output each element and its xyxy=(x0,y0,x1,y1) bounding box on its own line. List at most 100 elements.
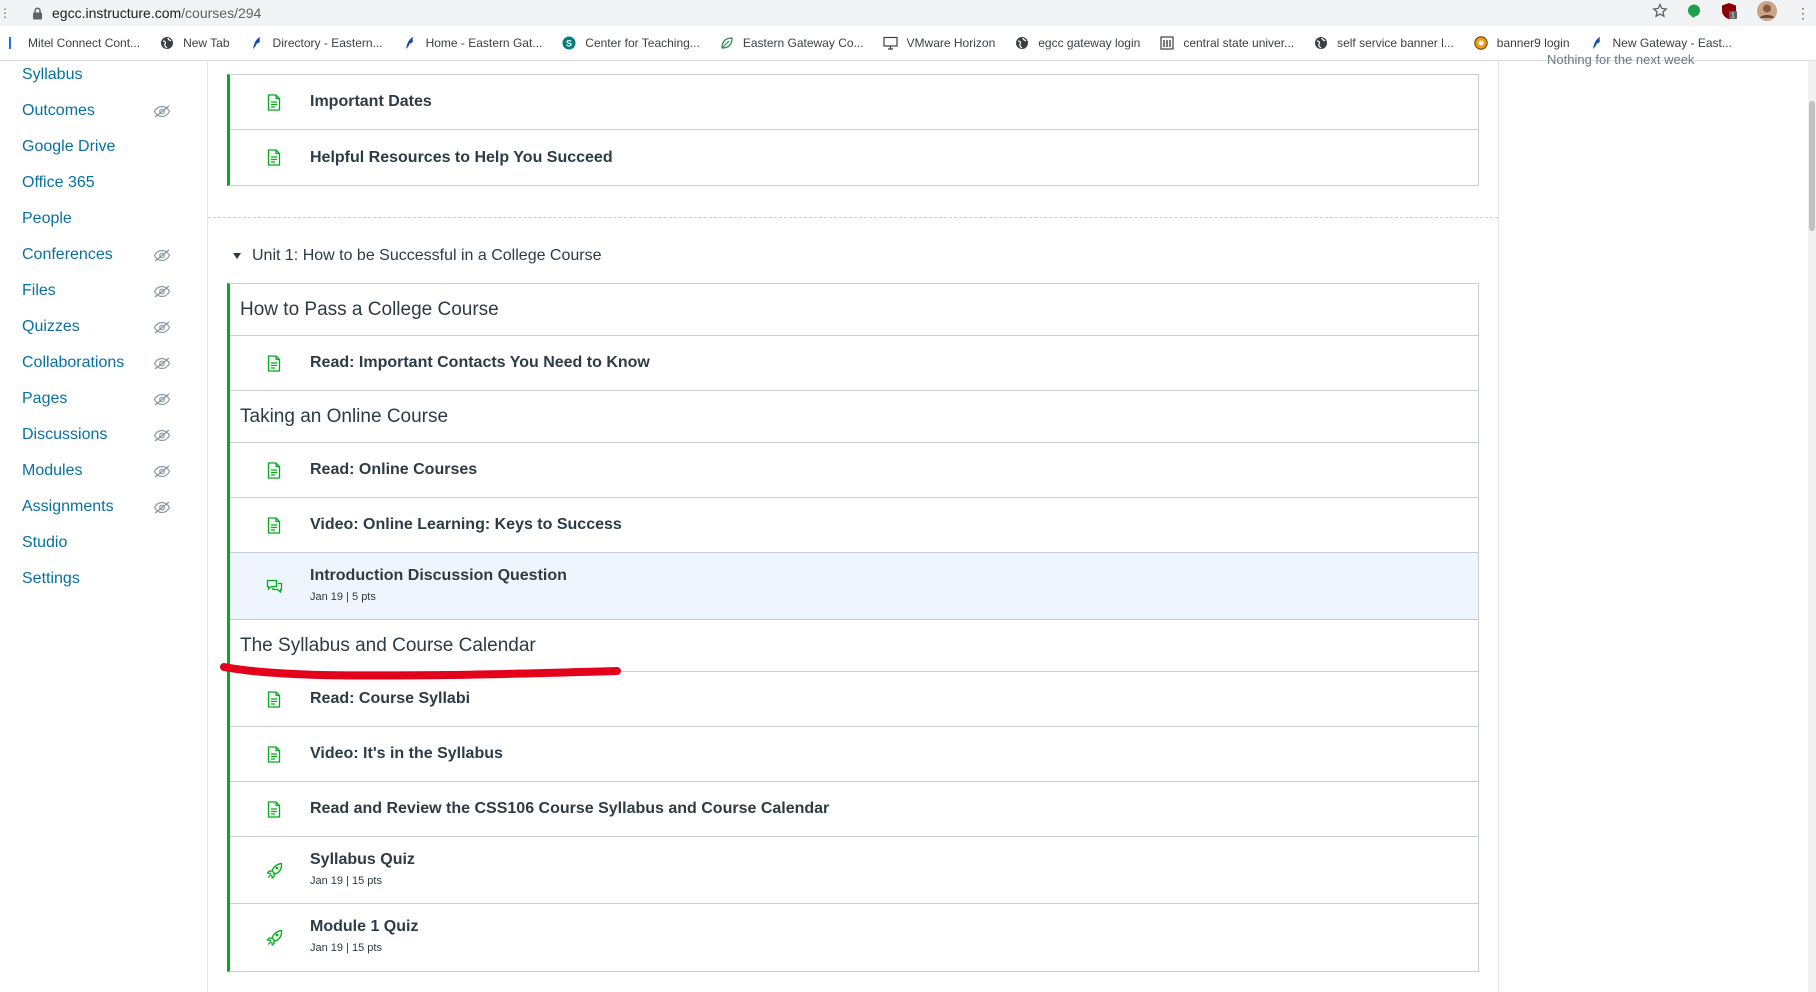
bookmark-item[interactable]: central state univer... xyxy=(1159,35,1294,51)
coming-up-text: Nothing for the next week xyxy=(1547,52,1695,67)
hidden-eye-icon xyxy=(152,428,172,442)
nav-item-label: People xyxy=(22,210,72,227)
nav-item-label: Google Drive xyxy=(22,138,116,155)
module-item-row[interactable]: Introduction Discussion Question Jan 19 … xyxy=(230,553,1478,620)
url-host: egcc.instructure.com xyxy=(52,5,182,21)
nav-item-pages[interactable]: Pages xyxy=(22,384,172,414)
module-item-row[interactable]: Syllabus Quiz Jan 19 | 15 pts xyxy=(230,837,1478,904)
browser-address-bar: ⋮ egcc.instructure.com/courses/294 1 ⋮ xyxy=(0,0,1816,26)
module-item-row[interactable]: Read: Course Syllabi xyxy=(230,672,1478,727)
nav-item-google-drive[interactable]: Google Drive xyxy=(22,132,172,162)
lock-icon[interactable] xyxy=(30,6,44,20)
right-sidebar: Nothing for the next week xyxy=(1498,52,1816,992)
bookmark-label: Eastern Gateway Co... xyxy=(742,36,864,50)
bookmark-item[interactable]: VMware Horizon xyxy=(883,35,996,51)
module-item-title[interactable]: Read and Review the CSS106 Course Syllab… xyxy=(310,800,829,818)
hidden-eye-icon xyxy=(152,464,172,478)
module-item-row[interactable]: Module 1 Quiz Jan 19 | 15 pts xyxy=(230,904,1478,971)
bookmark-label: VMware Horizon xyxy=(906,36,996,50)
module-item-title[interactable]: Syllabus Quiz xyxy=(310,851,415,869)
page-icon xyxy=(265,800,283,818)
subheader-title: Taking an Online Course xyxy=(240,405,449,427)
eagle-icon xyxy=(249,35,265,51)
quiz-rocket-icon xyxy=(265,929,283,947)
bookmark-star-icon[interactable] xyxy=(1652,2,1668,24)
nav-item-label: Collaborations xyxy=(22,354,125,371)
profile-avatar-icon[interactable] xyxy=(1756,0,1778,27)
monitor-icon xyxy=(883,35,899,51)
nav-item-conferences[interactable]: Conferences xyxy=(22,240,172,270)
module-item-meta: Jan 19 | 15 pts xyxy=(310,875,382,887)
module-item-row[interactable]: Helpful Resources to Help You Succeed xyxy=(230,130,1478,185)
chrome-menu-icon[interactable]: ⋮ xyxy=(1796,5,1810,22)
nav-item-settings[interactable]: Settings xyxy=(22,564,172,594)
module-items-unit-1: How to Pass a College Course Read: Impor… xyxy=(227,283,1479,972)
url-field[interactable]: egcc.instructure.com/courses/294 xyxy=(52,5,261,21)
modules-content: Important Dates Helpful Resources to Help… xyxy=(208,61,1498,992)
nav-item-people[interactable]: People xyxy=(22,204,172,234)
module-item-title[interactable]: Module 1 Quiz xyxy=(310,918,418,936)
scrollbar-thumb[interactable] xyxy=(1809,101,1815,231)
meta-separator: | xyxy=(346,591,349,603)
bookmark-item[interactable]: New Gateway - East... xyxy=(1589,35,1732,51)
menu-dots-icon[interactable]: ⋮ xyxy=(0,0,11,26)
extension-green-icon[interactable] xyxy=(1686,3,1702,24)
module-item-title[interactable]: Read: Course Syllabi xyxy=(310,690,470,708)
extension-shield-icon[interactable]: 1 xyxy=(1720,2,1738,25)
nav-item-outcomes[interactable]: Outcomes xyxy=(22,96,172,126)
module-header[interactable]: Unit 1: How to be Successful in a Colleg… xyxy=(232,247,602,265)
bookmark-item[interactable]: self service banner l... xyxy=(1313,35,1454,51)
nav-item-office-365[interactable]: Office 365 xyxy=(22,168,172,198)
bookmark-item[interactable]: S Center for Teaching... xyxy=(561,35,700,51)
bookmark-item[interactable]: Directory - Eastern... xyxy=(249,35,383,51)
subheader-title: How to Pass a College Course xyxy=(240,298,499,320)
points: 15 pts xyxy=(352,942,382,954)
page-icon xyxy=(265,149,283,167)
module-title: Unit 1: How to be Successful in a Colleg… xyxy=(252,247,602,264)
nav-item-files[interactable]: Files xyxy=(22,276,172,306)
nav-item-quizzes[interactable]: Quizzes xyxy=(22,312,172,342)
quiz-rocket-icon xyxy=(265,861,283,879)
module-item-row[interactable]: Video: It's in the Syllabus xyxy=(230,727,1478,782)
nav-item-assignments[interactable]: Assignments xyxy=(22,492,172,522)
nav-item-label: Conferences xyxy=(22,246,113,263)
module-item-title[interactable]: Read: Important Contacts You Need to Kno… xyxy=(310,354,650,372)
bookmark-label: central state univer... xyxy=(1183,36,1295,50)
hidden-eye-icon xyxy=(152,104,172,118)
subheader-row: The Syllabus and Course Calendar xyxy=(230,620,1478,672)
module-item-title[interactable]: Important Dates xyxy=(310,93,432,111)
module-item-title[interactable]: Helpful Resources to Help You Succeed xyxy=(310,149,613,167)
nav-item-studio[interactable]: Studio xyxy=(22,528,172,558)
module-item-title[interactable]: Video: It's in the Syllabus xyxy=(310,745,503,763)
due-date: Jan 19 xyxy=(310,875,344,887)
module-item-row[interactable]: Read and Review the CSS106 Course Syllab… xyxy=(230,782,1478,837)
bookmark-label: Home - Eastern Gat... xyxy=(425,36,543,50)
module-item-row[interactable]: Important Dates xyxy=(230,75,1478,130)
bookmark-item[interactable]: Eastern Gateway Co... xyxy=(719,35,864,51)
subheader-row: Taking an Online Course xyxy=(230,391,1478,443)
nav-item-label: Office 365 xyxy=(22,174,95,191)
module-item-title[interactable]: Read: Online Courses xyxy=(310,461,477,479)
bookmark-item[interactable]: egcc gateway login xyxy=(1014,35,1140,51)
nav-item-collaborations[interactable]: Collaborations xyxy=(22,348,172,378)
page-scrollbar[interactable] xyxy=(1808,61,1816,992)
bookmark-item[interactable]: banner9 login xyxy=(1473,35,1570,51)
module-item-row[interactable]: Read: Online Courses xyxy=(230,443,1478,498)
module-item-row[interactable]: Video: Online Learning: Keys to Success xyxy=(230,498,1478,553)
ellucian-icon xyxy=(1473,35,1489,51)
nav-item-syllabus[interactable]: Syllabus xyxy=(22,60,172,90)
bookmark-item[interactable]: Mitel Connect Cont... xyxy=(4,35,140,51)
nav-item-label: Discussions xyxy=(22,426,108,443)
meta-separator: | xyxy=(346,875,349,887)
nav-item-modules[interactable]: Modules xyxy=(22,456,172,486)
module-item-title[interactable]: Introduction Discussion Question xyxy=(310,567,567,585)
nav-item-discussions[interactable]: Discussions xyxy=(22,420,172,450)
bookmark-item[interactable]: Home - Eastern Gat... xyxy=(402,35,543,51)
meta-separator: | xyxy=(346,942,349,954)
module-item-title[interactable]: Video: Online Learning: Keys to Success xyxy=(310,516,622,534)
bookmark-item[interactable]: New Tab xyxy=(159,35,230,51)
collapse-caret-icon[interactable] xyxy=(232,251,242,261)
bookmark-label: Center for Teaching... xyxy=(585,36,700,50)
module-item-row[interactable]: Read: Important Contacts You Need to Kno… xyxy=(230,336,1478,391)
bookmarks-bar: Mitel Connect Cont... New Tab Directory - … xyxy=(0,26,1816,61)
